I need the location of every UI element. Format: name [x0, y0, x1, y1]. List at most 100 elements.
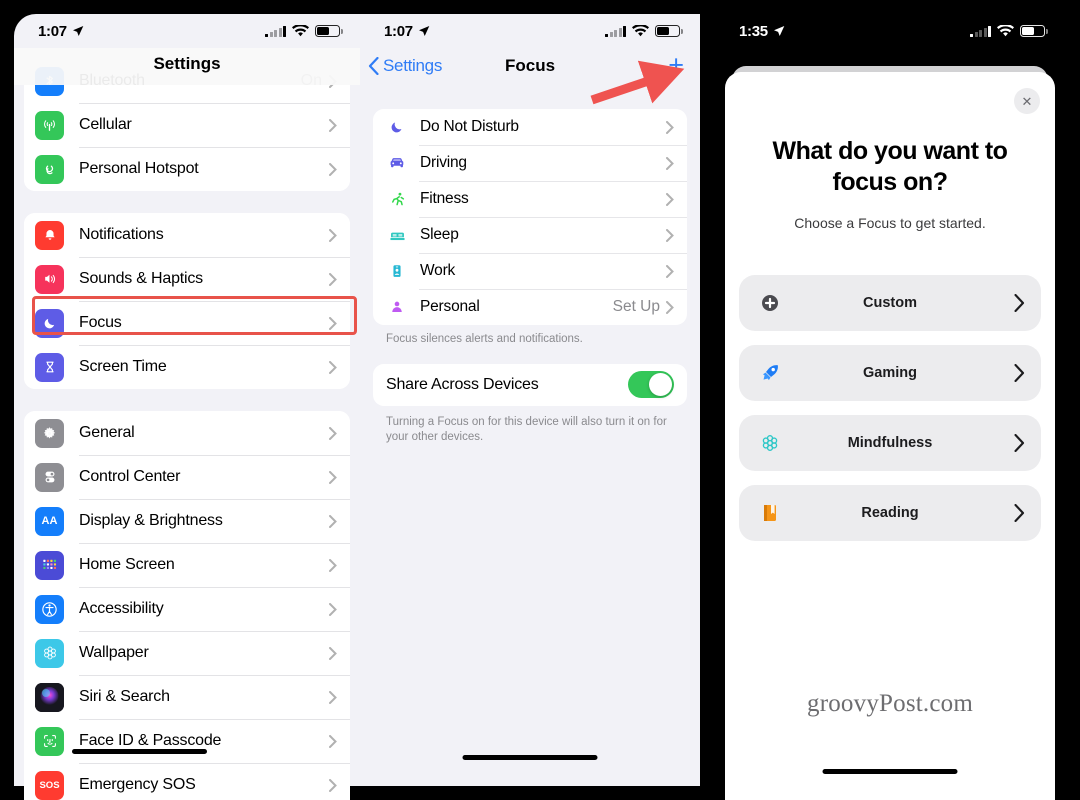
add-focus-button[interactable]: +: [668, 52, 684, 79]
chevron-right-icon: [329, 558, 337, 572]
sidebar-item-home-screen[interactable]: Home Screen: [24, 543, 350, 587]
location-arrow-icon: [418, 25, 430, 37]
hourglass-icon: [35, 352, 64, 382]
focus-item-sleep[interactable]: Sleep: [373, 217, 687, 253]
sidebar-item-personal-hotspot[interactable]: Personal Hotspot: [24, 147, 350, 191]
chevron-right-icon: [329, 470, 337, 484]
chevron-right-icon: [1014, 434, 1025, 452]
sidebar-item-label: Home Screen: [79, 556, 175, 573]
back-label: Settings: [383, 55, 443, 75]
focus-item-status: Set Up: [612, 298, 660, 315]
chevron-right-icon: [1014, 364, 1025, 382]
home-indicator: [822, 769, 958, 774]
battery-icon: [315, 25, 343, 37]
sidebar-item-accessibility[interactable]: Accessibility: [24, 587, 350, 631]
cellular-antenna-icon: [35, 110, 64, 140]
aa-text-icon: AA: [35, 506, 64, 536]
chevron-right-icon: [329, 426, 337, 440]
focus-item-fitness[interactable]: Fitness: [373, 181, 687, 217]
wifi-icon: [292, 25, 309, 37]
back-button[interactable]: Settings: [368, 56, 442, 76]
status-bar-left: 1:35: [739, 23, 785, 40]
sidebar-item-notifications[interactable]: Notifications: [24, 213, 350, 257]
sidebar-item-label: Control Center: [79, 468, 181, 485]
focus-item-label: Work: [420, 262, 456, 279]
chevron-right-icon: [329, 514, 337, 528]
focus-item-work[interactable]: Work: [373, 253, 687, 289]
cellular-bars-icon: [970, 25, 991, 37]
siri-orb-icon: [35, 682, 64, 712]
sidebar-item-label: Sounds & Haptics: [79, 270, 203, 287]
sidebar-item-cellular[interactable]: Cellular: [24, 103, 350, 147]
focus-item-driving[interactable]: Driving: [373, 145, 687, 181]
battery-icon: [1020, 25, 1048, 37]
status-bar-right: [265, 25, 343, 37]
sidebar-item-general[interactable]: General: [24, 411, 350, 455]
speaker-icon: [35, 264, 64, 294]
sidebar-item-sounds-haptics[interactable]: Sounds & Haptics: [24, 257, 350, 301]
home-indicator: [462, 755, 598, 760]
focus-item-label: Personal: [420, 298, 480, 315]
chevron-right-icon: [1014, 294, 1025, 312]
running-person-icon: [386, 191, 408, 208]
chevron-right-icon: [1014, 504, 1025, 522]
focus-screen: 1:07 Settings Focus + Do Not Disturb Dri…: [360, 14, 700, 786]
sidebar-item-label: Notifications: [79, 226, 164, 243]
wifi-icon: [632, 25, 649, 37]
chevron-right-icon: [329, 360, 337, 374]
focus-footnote: Focus silences alerts and notifications.: [386, 333, 583, 345]
chevron-right-icon: [329, 690, 337, 704]
sheet-subheading: Choose a Focus to get started.: [794, 215, 986, 231]
clock-label: 1:07: [384, 22, 413, 40]
watermark: groovyPost.com: [807, 690, 973, 717]
share-footnote: Turning a Focus on for this device will …: [386, 415, 667, 444]
focus-option-mindfulness[interactable]: Mindfulness: [739, 415, 1041, 471]
sidebar-item-wallpaper[interactable]: Wallpaper: [24, 631, 350, 675]
sidebar-item-label: Accessibility: [79, 600, 164, 617]
settings-screen: 1:07 Settings Cellular Personal Hotspot …: [14, 14, 360, 800]
focus-item-label: Do Not Disturb: [420, 118, 519, 135]
share-across-devices-toggle[interactable]: [628, 371, 674, 399]
sidebar-item-label: Face ID & Passcode: [79, 732, 222, 749]
sidebar-item-emergency-sos[interactable]: SOS Emergency SOS: [24, 763, 350, 800]
phone-panel-focus: 1:07 Settings Focus + Do Not Disturb Dri…: [360, 0, 715, 800]
sidebar-item-siri-search[interactable]: Siri & Search: [24, 675, 350, 719]
chevron-right-icon: [666, 264, 674, 278]
focus-option-label: Custom: [863, 295, 917, 311]
focus-option-reading[interactable]: Reading: [739, 485, 1041, 541]
settings-list[interactable]: Bluetooth On Cellular: [14, 59, 360, 800]
chevron-right-icon: [329, 272, 337, 286]
status-bar: 1:35: [715, 14, 1065, 48]
chevron-right-icon: [329, 734, 337, 748]
status-bar: 1:07: [14, 14, 360, 48]
app-grid-icon: [35, 550, 64, 580]
hotspot-link-icon: [35, 154, 64, 184]
chevron-right-icon: [666, 300, 674, 314]
toggles-icon: [35, 462, 64, 492]
chevron-right-icon: [666, 120, 674, 134]
phone-panel-focus-chooser: 1:35 ✕ What do you want to focus on? Cho…: [715, 0, 1080, 800]
chevron-right-icon: [329, 162, 337, 176]
settings-group-system: General Control Center AA Display & Brig…: [24, 411, 350, 800]
focus-option-custom[interactable]: Custom: [739, 275, 1041, 331]
sidebar-item-control-center[interactable]: Control Center: [24, 455, 350, 499]
screenshot-stage: 1:07 Settings Cellular Personal Hotspot …: [0, 0, 1080, 800]
chevron-right-icon: [329, 778, 337, 792]
focus-option-label: Reading: [861, 505, 919, 521]
sidebar-item-display-brightness[interactable]: AA Display & Brightness: [24, 499, 350, 543]
focus-item-do-not-disturb[interactable]: Do Not Disturb: [373, 109, 687, 145]
sidebar-item-label: Display & Brightness: [79, 512, 223, 529]
sidebar-item-face-id-passcode[interactable]: Face ID & Passcode: [24, 719, 350, 763]
sidebar-item-screen-time[interactable]: Screen Time: [24, 345, 350, 389]
settings-group-notifications: Notifications Sounds & Haptics Focus Scr…: [24, 213, 350, 389]
close-button[interactable]: ✕: [1014, 88, 1040, 114]
location-arrow-icon: [72, 25, 84, 37]
sidebar-item-label: Screen Time: [79, 358, 167, 375]
sidebar-item-focus[interactable]: Focus: [24, 301, 350, 345]
share-across-devices-row[interactable]: Share Across Devices: [373, 363, 687, 406]
focus-item-personal[interactable]: Personal Set Up: [373, 289, 687, 325]
focus-item-label: Sleep: [420, 226, 459, 243]
status-bar-left: 1:07: [384, 23, 430, 40]
focus-item-label: Fitness: [420, 190, 469, 207]
focus-option-gaming[interactable]: Gaming: [739, 345, 1041, 401]
